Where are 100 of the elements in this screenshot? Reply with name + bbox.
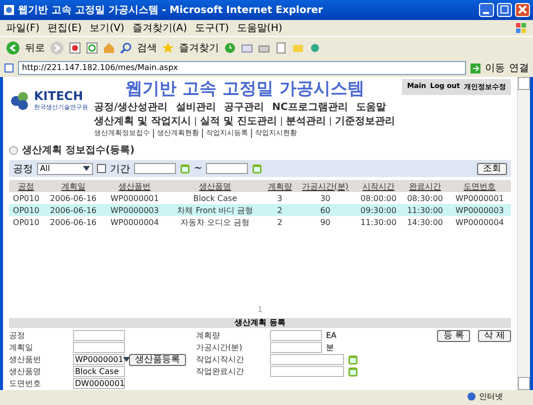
filter-label: 기간 bbox=[110, 162, 130, 176]
form-title: 생산계획 등록 bbox=[9, 318, 511, 328]
forward-icon[interactable] bbox=[50, 41, 64, 55]
table-cell: 2006-06-16 bbox=[43, 192, 104, 204]
star-icon[interactable] bbox=[162, 42, 174, 54]
favorites-button[interactable]: 즐겨찾기 bbox=[179, 41, 219, 55]
search-icon[interactable] bbox=[120, 42, 132, 54]
field-label: 작업완료시간 bbox=[196, 366, 245, 377]
column-header[interactable]: 도면번호 bbox=[448, 180, 511, 192]
field-label: 생산품명 bbox=[9, 366, 42, 377]
table-cell: 11:30:00 bbox=[402, 204, 448, 216]
input-field[interactable] bbox=[73, 330, 125, 341]
unit-label: 분 bbox=[326, 342, 334, 353]
dropdown-arrow-icon[interactable] bbox=[83, 166, 90, 171]
nav-link[interactable]: 설비관리 bbox=[176, 100, 216, 114]
minimize-icon[interactable] bbox=[479, 3, 494, 17]
table-cell: 09:30:00 bbox=[355, 204, 402, 216]
field-label: 생산품번 bbox=[9, 354, 42, 365]
home-icon[interactable] bbox=[103, 42, 115, 54]
close-icon[interactable] bbox=[515, 3, 530, 17]
table-cell: WP0000003 bbox=[103, 204, 166, 216]
go-icon[interactable] bbox=[470, 62, 481, 74]
menu-item[interactable]: 보기(V) bbox=[90, 21, 124, 35]
search-button[interactable]: 검색 bbox=[137, 41, 157, 55]
address-field[interactable]: http://221.147.182.106/mes/Main.aspx bbox=[18, 61, 466, 75]
table-cell: 11:30:00 bbox=[355, 216, 402, 228]
table-cell: WP0000004 bbox=[448, 216, 511, 228]
period-checkbox[interactable] bbox=[97, 164, 106, 173]
end-date-field[interactable] bbox=[206, 163, 248, 174]
menu-item[interactable]: 도구(T) bbox=[195, 21, 229, 35]
table-cell: 2006-06-16 bbox=[43, 216, 104, 228]
field-label: 계획일 bbox=[9, 342, 34, 353]
logo-text: KITECH bbox=[34, 89, 84, 103]
table-cell: 3 bbox=[264, 192, 296, 204]
nav-link[interactable]: 실적 및 진도관리 bbox=[200, 114, 277, 128]
table-cell: Block Case bbox=[166, 192, 264, 204]
menu-item[interactable]: 즐겨찾기(A) bbox=[132, 21, 187, 35]
input-field[interactable] bbox=[73, 342, 125, 353]
register-product-button[interactable]: 생산품등록 bbox=[129, 354, 186, 366]
page-title: 웹기반 고속 고정밀 가공시스템 bbox=[124, 78, 366, 100]
range-separator: ~ bbox=[194, 163, 202, 174]
column-header[interactable]: 시작시간 bbox=[355, 180, 402, 192]
table-cell: 14:30:00 bbox=[402, 216, 448, 228]
browser-icon bbox=[3, 4, 15, 16]
section-title: 생산계획 정보접수(등록) bbox=[22, 144, 135, 157]
page-icon bbox=[4, 63, 14, 73]
links-button[interactable]: 연결 bbox=[509, 61, 529, 75]
table-cell: 차체 Front 바디 금형 bbox=[166, 204, 264, 216]
nav-link[interactable]: NC프로그램관리 bbox=[272, 100, 348, 114]
input-field[interactable]: DW0000001 bbox=[73, 378, 125, 389]
calendar-icon[interactable] bbox=[252, 164, 262, 174]
form-button[interactable]: 등 록 bbox=[437, 330, 470, 342]
table-cell: OP010 bbox=[9, 216, 44, 228]
form-button[interactable]: 삭 제 bbox=[478, 330, 511, 342]
field-label: 작업시작시간 bbox=[196, 354, 245, 365]
process-select[interactable]: All bbox=[37, 162, 93, 174]
table-cell: WP0000001 bbox=[448, 192, 511, 204]
input-field[interactable] bbox=[270, 330, 322, 341]
back-button[interactable]: 뒤로 bbox=[25, 41, 45, 55]
nav-link[interactable]: 공정/생산성관리 bbox=[94, 100, 168, 114]
column-header[interactable]: 공정 bbox=[9, 180, 44, 192]
table-cell: 08:00:00 bbox=[355, 192, 402, 204]
back-icon[interactable] bbox=[6, 41, 20, 55]
field-label: 가공시간(분) bbox=[196, 342, 244, 353]
table-cell: WP0000004 bbox=[103, 216, 166, 228]
column-header[interactable]: 생산품번 bbox=[103, 180, 166, 192]
column-header[interactable]: 가공시간(분) bbox=[295, 180, 356, 192]
calendar-icon[interactable] bbox=[180, 164, 190, 174]
nav-link[interactable]: 도움말 bbox=[356, 100, 386, 114]
status-zone: 인터넷 bbox=[479, 390, 503, 402]
go-button[interactable]: 이동 bbox=[485, 61, 505, 75]
windows-logo-icon bbox=[515, 22, 527, 34]
table-cell: 60 bbox=[295, 204, 356, 216]
dropdown-arrow-icon[interactable] bbox=[123, 357, 130, 362]
nav-link[interactable]: 분석관리 bbox=[286, 114, 326, 128]
nav-link[interactable]: 공구관리 bbox=[224, 100, 264, 114]
field-label: 계획량 bbox=[196, 330, 221, 341]
column-header[interactable]: 계획량 bbox=[264, 180, 296, 192]
menu-item[interactable]: 편집(E) bbox=[48, 21, 82, 35]
menu-item[interactable]: 파일(F) bbox=[6, 21, 40, 35]
unit-label: EA bbox=[326, 331, 337, 340]
input-field[interactable] bbox=[270, 354, 344, 365]
input-field[interactable] bbox=[270, 366, 344, 377]
input-field[interactable] bbox=[270, 342, 322, 353]
search-button[interactable]: 조회 bbox=[477, 162, 507, 174]
field-label: 공정 bbox=[9, 330, 26, 341]
table-cell: 2 bbox=[264, 216, 296, 228]
column-header[interactable]: 생산품명 bbox=[166, 180, 264, 192]
table-cell: 2006-06-16 bbox=[43, 204, 104, 216]
nav-link[interactable]: 생산계획 및 작업지시 bbox=[94, 114, 191, 128]
nav-link[interactable]: 기준정보관리 bbox=[334, 114, 395, 128]
start-date-field[interactable] bbox=[134, 163, 176, 174]
column-header[interactable]: 완료시간 bbox=[402, 180, 448, 192]
input-field[interactable]: Block Case bbox=[73, 366, 125, 377]
maximize-icon[interactable] bbox=[497, 3, 512, 17]
table-cell: WP0000003 bbox=[448, 204, 511, 216]
menu-item[interactable]: 도움말(H) bbox=[236, 21, 282, 35]
table-cell: 2 bbox=[264, 204, 296, 216]
bullet-icon bbox=[9, 146, 18, 154]
column-header[interactable]: 계획일 bbox=[43, 180, 104, 192]
